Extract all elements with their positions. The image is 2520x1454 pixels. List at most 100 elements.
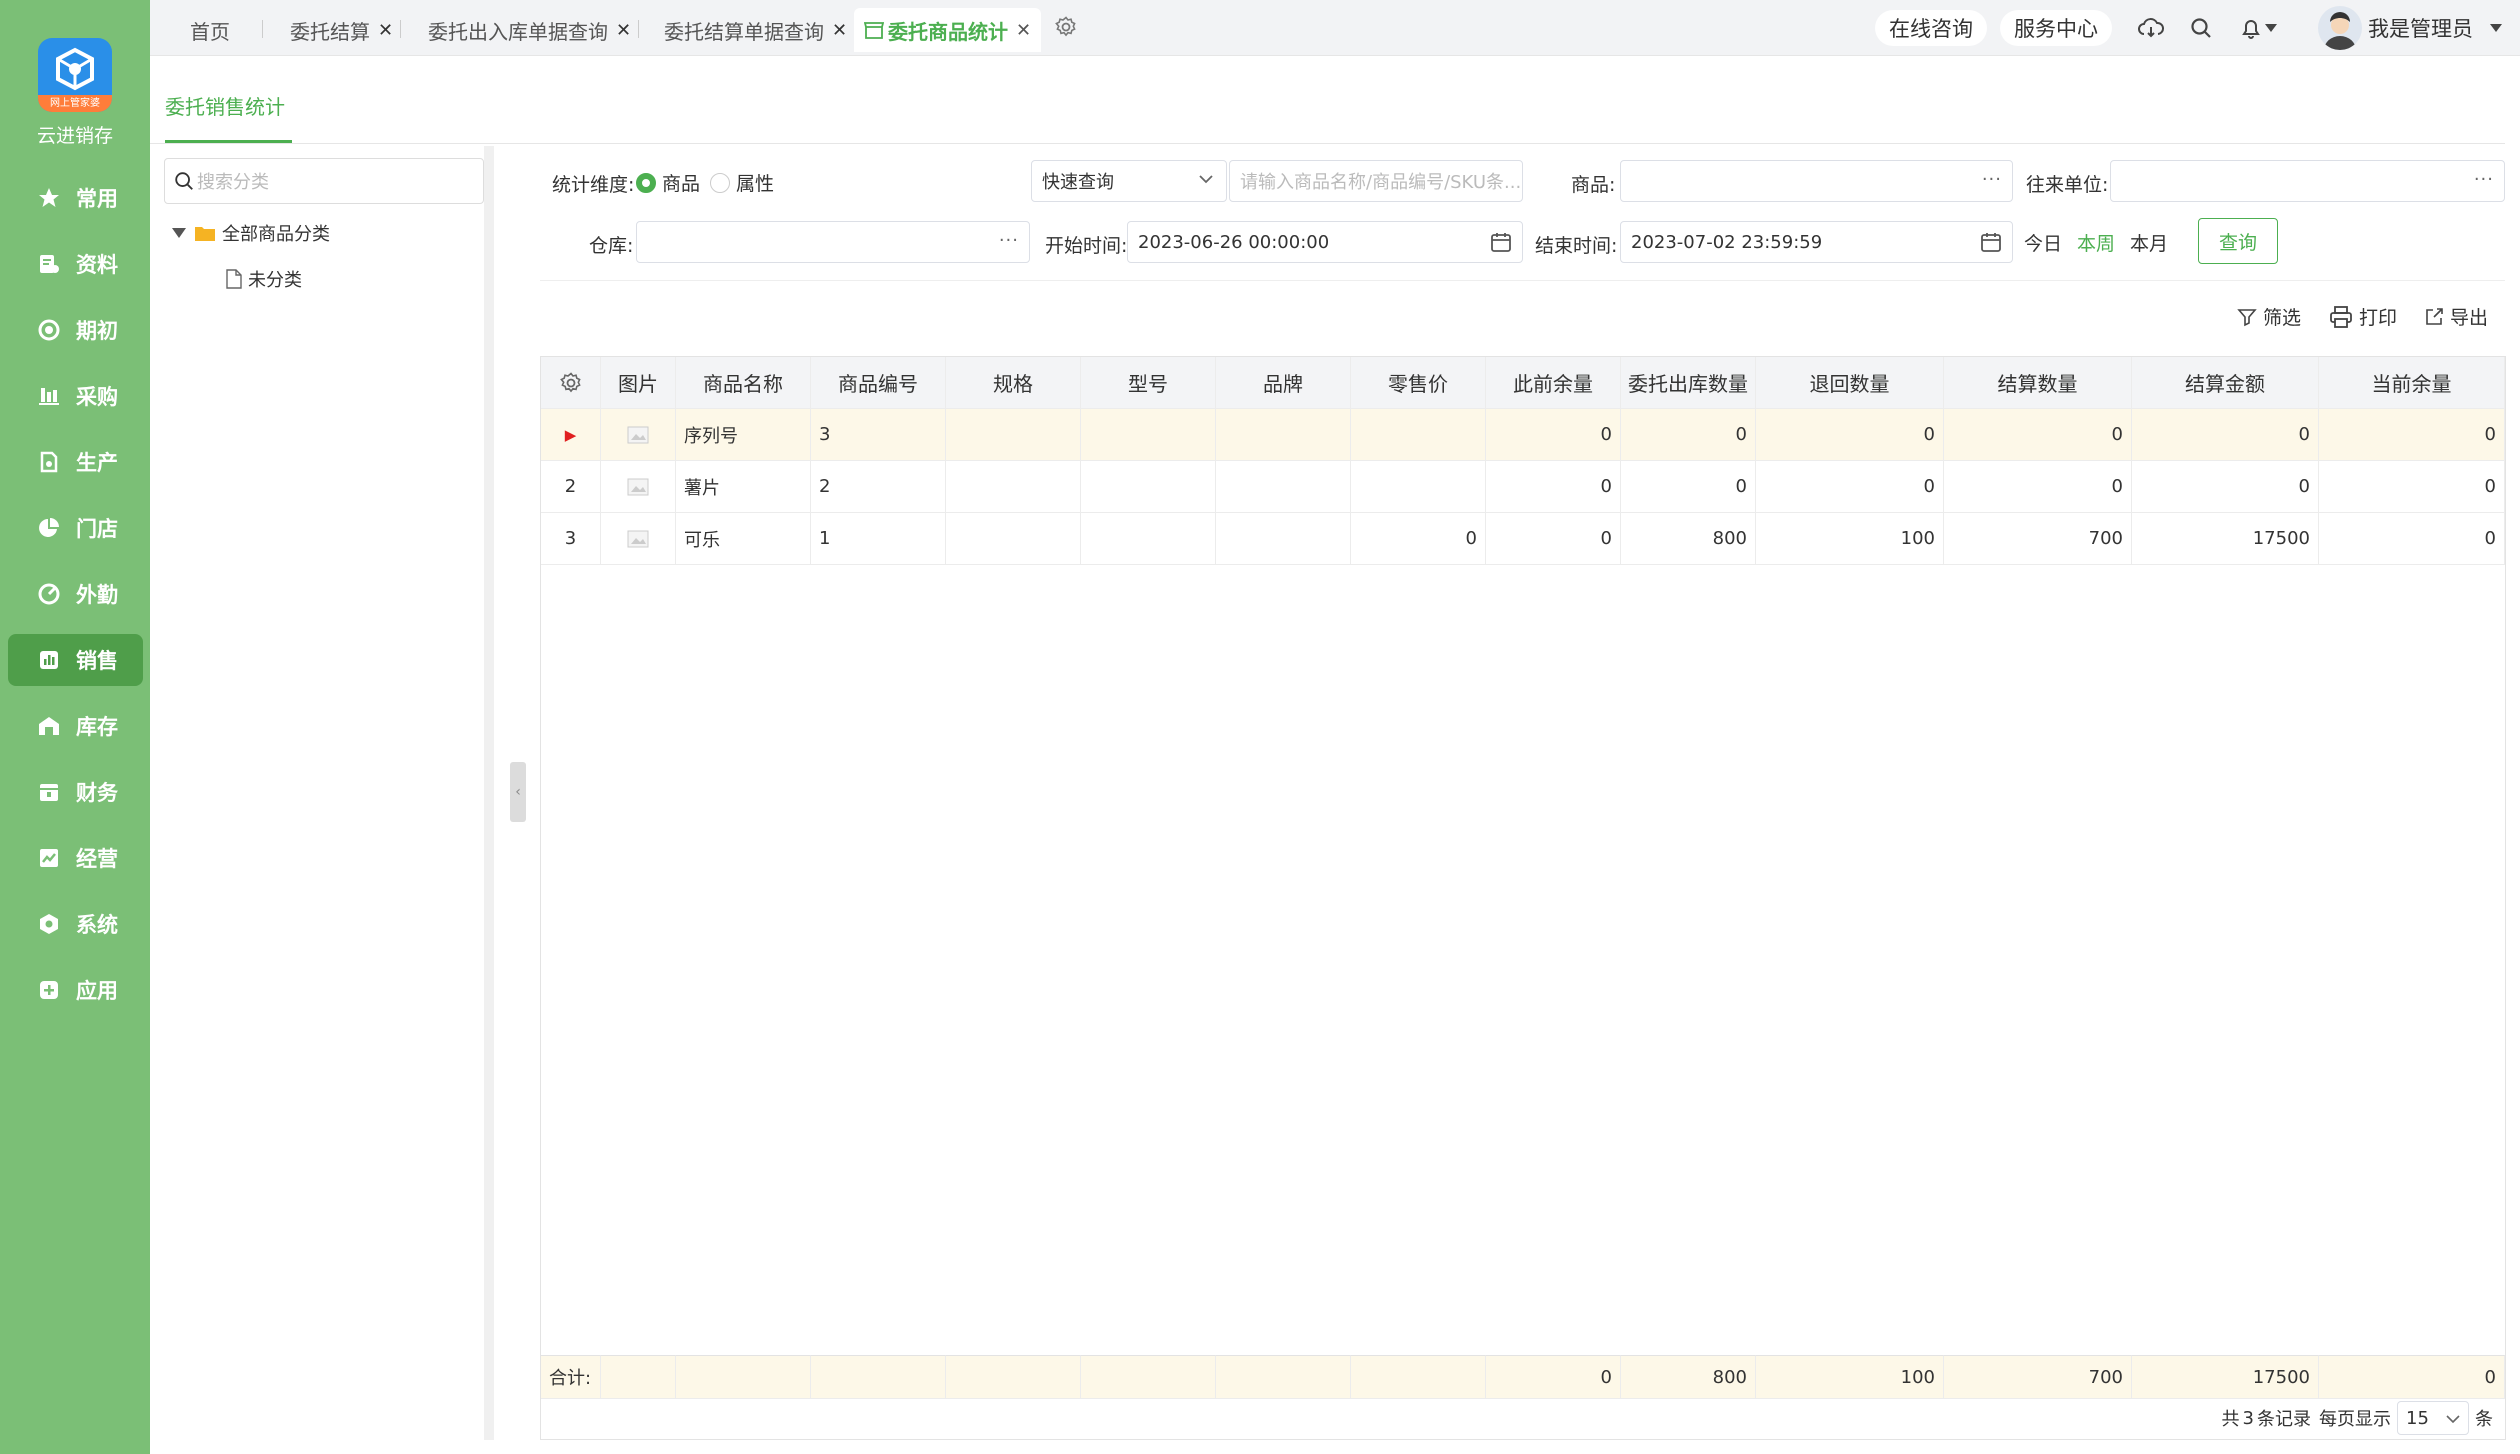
prior-balance-cell[interactable]: 0 bbox=[1486, 409, 1621, 461]
brand-cell[interactable] bbox=[1216, 409, 1351, 461]
more-dots-icon[interactable]: ··· bbox=[2474, 169, 2494, 190]
page-title[interactable]: 委托销售统计 bbox=[165, 91, 285, 120]
sidebar-item-store[interactable]: 门店 bbox=[8, 502, 143, 554]
this-month-link[interactable]: 本月 bbox=[2130, 229, 2168, 256]
avatar[interactable] bbox=[2318, 6, 2362, 50]
sidebar-item-apps[interactable]: 应用 bbox=[8, 964, 143, 1016]
sidebar-item-system[interactable]: 系统 bbox=[8, 898, 143, 950]
brand-cell[interactable] bbox=[1216, 513, 1351, 565]
export-button[interactable]: 导出 bbox=[2424, 303, 2488, 330]
sidebar-item-finance[interactable]: 财务 bbox=[8, 766, 143, 818]
column-header[interactable]: 商品编号 bbox=[811, 357, 946, 409]
column-header[interactable]: 委托出库数量 bbox=[1621, 357, 1756, 409]
goods-input[interactable]: ··· bbox=[1620, 160, 2013, 202]
tab-consign-settlement[interactable]: 委托结算 ✕ bbox=[290, 8, 393, 52]
consign-out-cell[interactable]: 0 bbox=[1621, 461, 1756, 513]
column-header[interactable]: 商品名称 bbox=[676, 357, 811, 409]
tree-node-uncategorized[interactable]: 未分类 bbox=[226, 266, 302, 292]
goods-name-cell[interactable]: 可乐 bbox=[676, 513, 811, 565]
settle-amount-cell[interactable]: 17500 bbox=[2132, 513, 2319, 565]
sidebar-item-purchase[interactable]: 采购 bbox=[8, 370, 143, 422]
goods-name-cell[interactable]: 薯片 bbox=[676, 461, 811, 513]
close-icon[interactable]: ✕ bbox=[378, 20, 393, 41]
consign-out-cell[interactable]: 0 bbox=[1621, 409, 1756, 461]
print-button[interactable]: 打印 bbox=[2329, 303, 2397, 330]
collapse-panel-handle[interactable]: ‹ bbox=[510, 762, 526, 822]
retail-price-cell[interactable]: 0 bbox=[1351, 513, 1486, 565]
model-cell[interactable] bbox=[1081, 409, 1216, 461]
consign-out-cell[interactable]: 800 bbox=[1621, 513, 1756, 565]
spec-cell[interactable] bbox=[946, 513, 1081, 565]
goods-code-cell[interactable]: 2 bbox=[811, 461, 946, 513]
brand-cell[interactable] bbox=[1216, 461, 1351, 513]
settle-qty-cell[interactable]: 0 bbox=[1944, 461, 2132, 513]
filter-button[interactable]: 筛选 bbox=[2237, 303, 2301, 330]
returned-cell[interactable]: 100 bbox=[1756, 513, 1944, 565]
spec-cell[interactable] bbox=[946, 409, 1081, 461]
current-balance-cell[interactable]: 0 bbox=[2319, 513, 2505, 565]
sidebar-item-production[interactable]: 生产 bbox=[8, 436, 143, 488]
close-icon[interactable]: ✕ bbox=[1016, 20, 1031, 41]
tab-settings-gear-icon[interactable] bbox=[1052, 13, 1080, 41]
goods-name-cell[interactable]: 序列号 bbox=[676, 409, 811, 461]
caret-down-icon[interactable] bbox=[2263, 14, 2279, 42]
query-button[interactable]: 查询 bbox=[2198, 218, 2278, 264]
column-header[interactable]: 型号 bbox=[1081, 357, 1216, 409]
category-search-input[interactable]: 搜索分类 bbox=[164, 158, 484, 204]
sidebar-item-opening[interactable]: 期初 bbox=[8, 304, 143, 356]
column-header[interactable]: 此前余量 bbox=[1486, 357, 1621, 409]
prior-balance-cell[interactable]: 0 bbox=[1486, 461, 1621, 513]
column-header[interactable]: 结算数量 bbox=[1944, 357, 2132, 409]
sidebar-item-profile[interactable]: 资料 bbox=[8, 238, 143, 290]
column-header[interactable]: 规格 bbox=[946, 357, 1081, 409]
close-icon[interactable]: ✕ bbox=[616, 20, 631, 41]
category-scrollbar[interactable] bbox=[484, 146, 494, 1440]
calendar-icon[interactable] bbox=[1980, 231, 2002, 258]
settle-amount-cell[interactable]: 0 bbox=[2132, 461, 2319, 513]
retail-price-cell[interactable] bbox=[1351, 409, 1486, 461]
page-size-select[interactable]: 15 bbox=[2397, 1401, 2469, 1435]
settle-qty-cell[interactable]: 0 bbox=[1944, 409, 2132, 461]
user-caret-down-icon[interactable] bbox=[2488, 14, 2504, 42]
start-time-input[interactable]: 2023-06-26 00:00:00 bbox=[1127, 221, 1523, 263]
service-center-button[interactable]: 服务中心 bbox=[2000, 10, 2112, 46]
model-cell[interactable] bbox=[1081, 461, 1216, 513]
end-time-input[interactable]: 2023-07-02 23:59:59 bbox=[1620, 221, 2013, 263]
goods-code-cell[interactable]: 1 bbox=[811, 513, 946, 565]
cloud-download-icon[interactable] bbox=[2137, 14, 2165, 42]
warehouse-input[interactable]: ··· bbox=[636, 221, 1030, 263]
settle-qty-cell[interactable]: 700 bbox=[1944, 513, 2132, 565]
search-icon[interactable] bbox=[2187, 14, 2215, 42]
sidebar-item-sales[interactable]: 销售 bbox=[8, 634, 143, 686]
row-index[interactable]: 3 bbox=[541, 513, 601, 565]
returned-cell[interactable]: 0 bbox=[1756, 409, 1944, 461]
column-header[interactable]: 图片 bbox=[601, 357, 676, 409]
bell-icon[interactable] bbox=[2237, 14, 2265, 42]
quick-query-input[interactable]: 请输入商品名称/商品编号/SKU条... bbox=[1229, 160, 1523, 202]
sidebar-item-common[interactable]: 常用 bbox=[8, 172, 143, 224]
partner-input[interactable]: ··· bbox=[2110, 160, 2505, 202]
dimension-radio-attribute[interactable]: 属性 bbox=[710, 169, 774, 196]
retail-price-cell[interactable] bbox=[1351, 461, 1486, 513]
row-index[interactable]: 2 bbox=[541, 461, 601, 513]
model-cell[interactable] bbox=[1081, 513, 1216, 565]
online-consult-button[interactable]: 在线咨询 bbox=[1875, 10, 1987, 46]
app-logo[interactable]: 网上管家婆 bbox=[38, 38, 112, 112]
more-dots-icon[interactable]: ··· bbox=[1982, 169, 2002, 190]
column-header[interactable]: 品牌 bbox=[1216, 357, 1351, 409]
column-header[interactable]: 当前余量 bbox=[2319, 357, 2505, 409]
this-week-link[interactable]: 本周 bbox=[2077, 229, 2115, 256]
user-menu[interactable]: 我是管理员 bbox=[2364, 10, 2477, 46]
sidebar-item-operation[interactable]: 经营 bbox=[8, 832, 143, 884]
tab-consign-goods-stats[interactable]: 委托商品统计 ✕ bbox=[854, 8, 1042, 52]
caret-down-icon[interactable] bbox=[172, 228, 186, 238]
sidebar-item-inventory[interactable]: 库存 bbox=[8, 700, 143, 752]
more-dots-icon[interactable]: ··· bbox=[999, 230, 1019, 251]
tab-consign-inout-query[interactable]: 委托出入库单据查询 ✕ bbox=[428, 8, 631, 52]
current-balance-cell[interactable]: 0 bbox=[2319, 409, 2505, 461]
column-settings-cell[interactable] bbox=[541, 357, 601, 409]
quick-query-select[interactable]: 快速查询 bbox=[1031, 160, 1227, 202]
current-balance-cell[interactable]: 0 bbox=[2319, 461, 2505, 513]
goods-code-cell[interactable]: 3 bbox=[811, 409, 946, 461]
spec-cell[interactable] bbox=[946, 461, 1081, 513]
